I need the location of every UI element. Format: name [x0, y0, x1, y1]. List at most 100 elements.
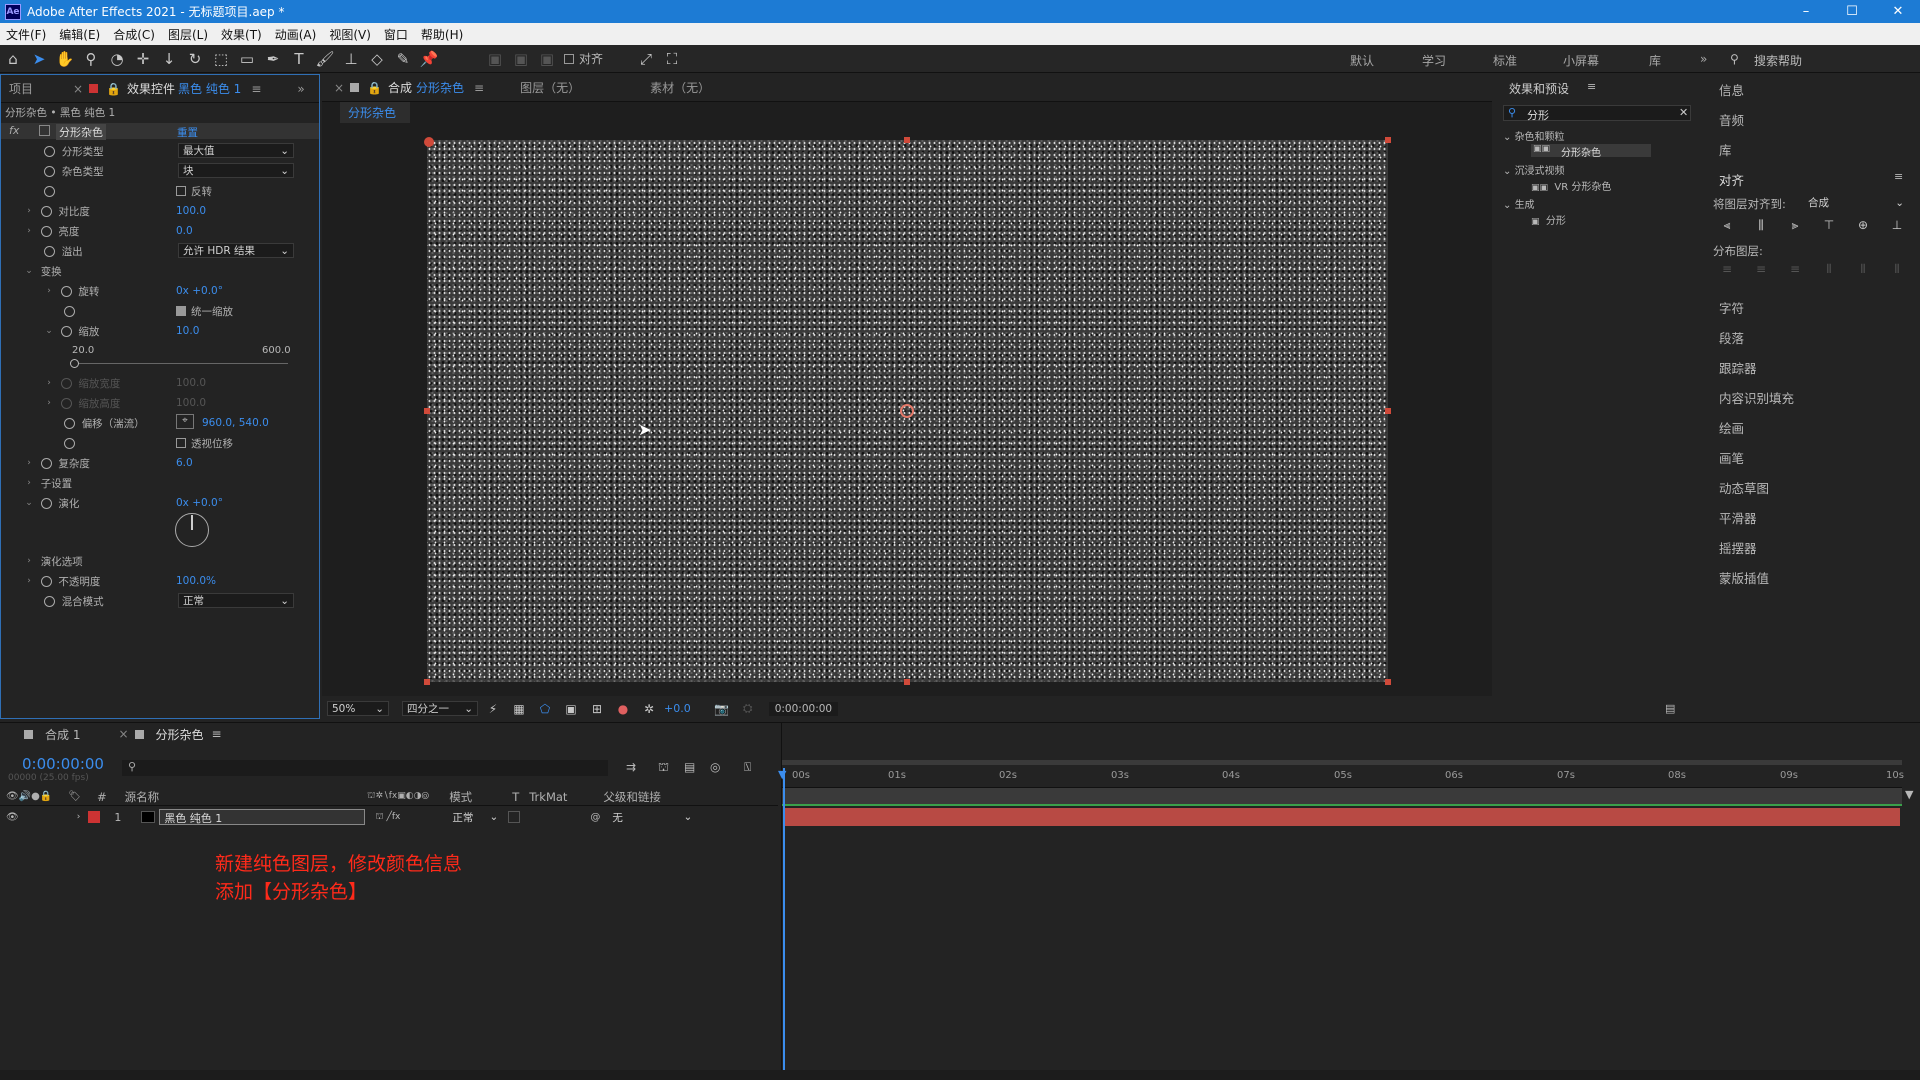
row-transform[interactable]: ⌄ 变换: [24, 263, 61, 279]
handle-left[interactable]: [424, 408, 430, 414]
handle-top-right[interactable]: [1385, 137, 1391, 143]
stopwatch-icon[interactable]: [64, 437, 75, 449]
panel-paint[interactable]: 绘画: [1719, 418, 1744, 437]
pan-behind-icon[interactable]: ⬚: [208, 47, 234, 71]
panel-libraries[interactable]: 库: [1719, 140, 1732, 159]
collapse-arrow-icon[interactable]: ⌄: [24, 498, 34, 508]
group-immersive-video[interactable]: ⌄ 沉浸式视频: [1503, 162, 1565, 177]
source-name-header[interactable]: 源名称: [125, 789, 160, 805]
eraser-tool-icon[interactable]: ◇: [364, 47, 390, 71]
align-hcenter-icon[interactable]: ⫼: [1752, 218, 1770, 236]
handle-top[interactable]: [904, 137, 910, 143]
search-help-input[interactable]: 搜索帮助: [1754, 52, 1802, 69]
panel-menu-icon[interactable]: ≡: [1894, 170, 1903, 183]
region-of-interest-icon[interactable]: ▣: [558, 697, 584, 721]
snap-toggle[interactable]: 对齐: [564, 50, 603, 67]
tab-footage[interactable]: 素材（无）: [650, 79, 710, 96]
collapse-arrow-icon[interactable]: ⌄: [44, 326, 54, 336]
selection-tool-icon[interactable]: ➤: [26, 47, 52, 71]
stopwatch-icon[interactable]: [40, 497, 52, 509]
overflow-dropdown[interactable]: 允许 HDR 结果 ⌄: [178, 243, 294, 258]
tab-effect-controls[interactable]: 效果控件: [127, 80, 175, 97]
zoom-tool-icon[interactable]: ⚲: [78, 47, 104, 71]
close-button[interactable]: ✕: [1875, 0, 1920, 23]
workspace-default[interactable]: 默认: [1350, 52, 1374, 69]
tab-project[interactable]: 项目: [9, 80, 33, 97]
menu-view[interactable]: 视图(V): [323, 26, 378, 43]
parent-header[interactable]: 父级和链接: [603, 789, 661, 805]
workspace-standard[interactable]: 标准: [1493, 52, 1517, 69]
panel-menu-icon[interactable]: ≡: [1587, 80, 1596, 93]
show-snapshot-icon[interactable]: ⛭: [735, 697, 761, 721]
panel-character[interactable]: 字符: [1719, 298, 1744, 317]
distribute-right-icon[interactable]: ⦀: [1888, 262, 1906, 280]
menu-edit[interactable]: 编辑(E): [53, 26, 107, 43]
group-noise-grain[interactable]: ⌄ 杂色和颗粒: [1503, 128, 1565, 143]
panel-menu-icon[interactable]: ≡: [251, 82, 261, 96]
resolution-dropdown[interactable]: 四分之一 ⌄: [402, 701, 478, 716]
pen-tool-icon[interactable]: ✒: [260, 47, 286, 71]
brightness-value[interactable]: 0.0: [176, 225, 193, 237]
menu-effect[interactable]: 效果(T): [215, 26, 269, 43]
menu-help[interactable]: 帮助(H): [415, 26, 470, 43]
stopwatch-icon[interactable]: [60, 285, 72, 297]
anchor-handle[interactable]: [424, 137, 434, 147]
layer-switch-icons[interactable]: ⛫ ╱fx: [375, 812, 400, 823]
expand-panels-icon[interactable]: »: [297, 82, 304, 96]
layer-duration-bar[interactable]: [784, 808, 1900, 826]
align-vcenter-icon[interactable]: ⊕: [1854, 218, 1872, 236]
contrast-value[interactable]: 100.0: [176, 205, 206, 217]
expand-arrow-icon[interactable]: ›: [44, 378, 54, 388]
expand-arrow-icon[interactable]: ›: [24, 478, 34, 488]
workspace-small-screen[interactable]: 小屏幕: [1563, 52, 1599, 69]
tab-composition[interactable]: 合成: [388, 79, 412, 96]
trkmat-slot[interactable]: [508, 811, 521, 823]
menu-file[interactable]: 文件(F): [0, 26, 53, 43]
menu-composition[interactable]: 合成(C): [107, 26, 162, 43]
effect-item-fractal[interactable]: ▣ 分形: [1531, 212, 1566, 227]
current-time[interactable]: 0:00:00:00: [768, 701, 839, 716]
align-left-icon[interactable]: ⫷: [1718, 218, 1736, 236]
type-tool-icon[interactable]: T: [286, 47, 312, 71]
menu-layer[interactable]: 图层(L): [162, 26, 215, 43]
handle-right[interactable]: [1385, 408, 1391, 414]
offset-value[interactable]: 960.0, 540.0: [202, 417, 269, 429]
puppet-pin-icon[interactable]: 📌: [416, 47, 442, 71]
new-folder-icon[interactable]: ▤: [1665, 702, 1675, 715]
align-to-dropdown[interactable]: 合成 ⌄: [1804, 195, 1908, 210]
layer-name-field[interactable]: 黑色 纯色 1: [159, 809, 366, 825]
distribute-top-icon[interactable]: ≡: [1718, 262, 1736, 280]
scale-value[interactable]: 10.0: [176, 325, 199, 337]
search-icon[interactable]: ⚲: [1730, 52, 1739, 66]
timeline-current-time[interactable]: 0:00:00:00: [22, 755, 104, 773]
tab-fractal-noise-comp[interactable]: 分形杂色: [156, 726, 204, 743]
close-tab-icon[interactable]: ×: [334, 81, 344, 95]
panel-paragraph[interactable]: 段落: [1719, 328, 1744, 347]
snap-grid-icon[interactable]: ⛶: [659, 47, 685, 71]
panel-mask-interpolation[interactable]: 蒙版插值: [1719, 568, 1769, 587]
pick-whip-icon[interactable]: @: [590, 812, 600, 823]
stopwatch-icon[interactable]: [64, 417, 75, 429]
panel-align[interactable]: 对齐: [1719, 170, 1744, 189]
distribute-vcenter-icon[interactable]: ≡: [1752, 262, 1770, 280]
zoom-dropdown[interactable]: 50% ⌄: [327, 701, 389, 716]
fx-icon[interactable]: fx: [9, 124, 19, 137]
panel-motion-sketch[interactable]: 动态草图: [1719, 478, 1769, 497]
rectangle-tool-icon[interactable]: ▭: [234, 47, 260, 71]
distribute-hcenter-icon[interactable]: ⦀: [1854, 262, 1872, 280]
home-icon[interactable]: ⌂: [0, 47, 26, 71]
expand-arrow-icon[interactable]: ›: [44, 286, 54, 296]
panel-info[interactable]: 信息: [1719, 80, 1744, 99]
noise-type-dropdown[interactable]: 块 ⌄: [178, 163, 294, 178]
stopwatch-icon[interactable]: [44, 145, 55, 157]
snap-options-icon[interactable]: ⤢: [633, 47, 659, 71]
stopwatch-icon[interactable]: [44, 165, 55, 177]
axis-world-icon[interactable]: ▣: [508, 47, 534, 71]
group-generate[interactable]: ⌄ 生成: [1503, 196, 1535, 211]
playhead-marker-icon[interactable]: ▼: [778, 768, 786, 781]
workspace-learn[interactable]: 学习: [1422, 52, 1446, 69]
handle-bottom[interactable]: [904, 679, 910, 685]
complexity-value[interactable]: 6.0: [176, 457, 193, 469]
stopwatch-icon[interactable]: [40, 225, 52, 237]
comp-mini-flowchart-icon[interactable]: ⇉: [626, 760, 636, 774]
